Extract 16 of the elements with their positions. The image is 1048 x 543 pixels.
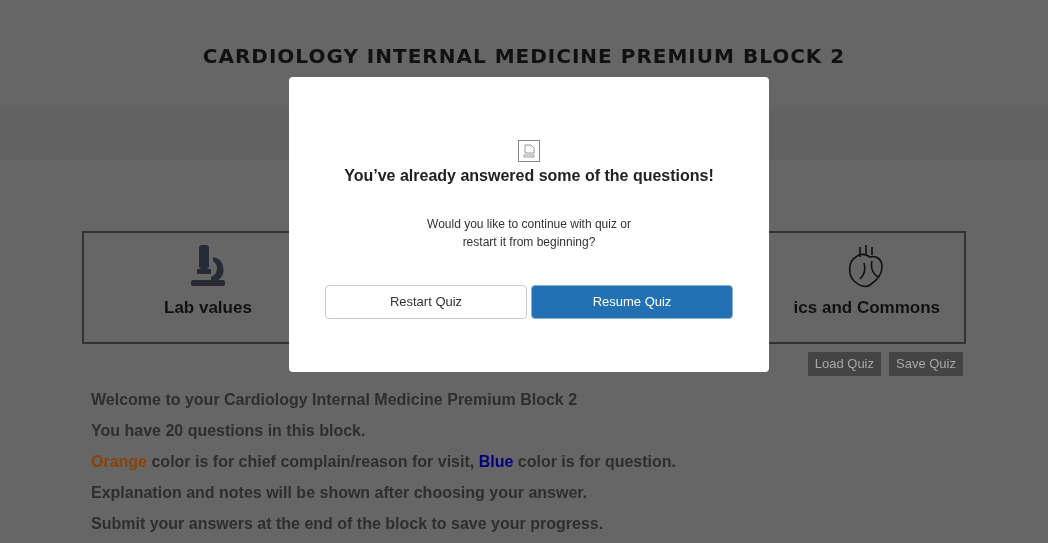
category-label[interactable]: ics and Commons <box>793 295 940 321</box>
intro-text: Submit your answers at the end of the block to save your progress. <box>91 514 605 534</box>
dialog-title: You’ve already answered some of the questions! <box>344 166 714 186</box>
intro-text: Explanation and notes will be shown after choosing your answer. <box>91 483 589 503</box>
category-label[interactable]: Lab values <box>164 295 252 321</box>
dialog-message: restart it from beginning? <box>462 234 596 251</box>
save-quiz-button[interactable]: Save Quiz <box>889 352 963 376</box>
load-quiz-button[interactable]: Load Quiz <box>807 352 881 376</box>
intro-text: You have 20 questions in this block. <box>91 421 367 441</box>
restart-quiz-button[interactable]: Restart Quiz <box>325 285 527 319</box>
resume-quiz-button[interactable]: Resume Quiz <box>531 285 733 319</box>
dialog-message: Would you like to continue with quiz or <box>427 216 631 233</box>
page-title: CARDIOLOGY INTERNAL MEDICINE PREMIUM BLOCK 2 <box>202 42 846 70</box>
broken-image-icon <box>518 140 540 162</box>
intro-text: Orange color is for chief complain/reason for visit, Blue color is for question. <box>91 452 677 472</box>
intro-text: Welcome to your Cardiology Internal Medicine Premium Block 2 <box>91 390 579 410</box>
